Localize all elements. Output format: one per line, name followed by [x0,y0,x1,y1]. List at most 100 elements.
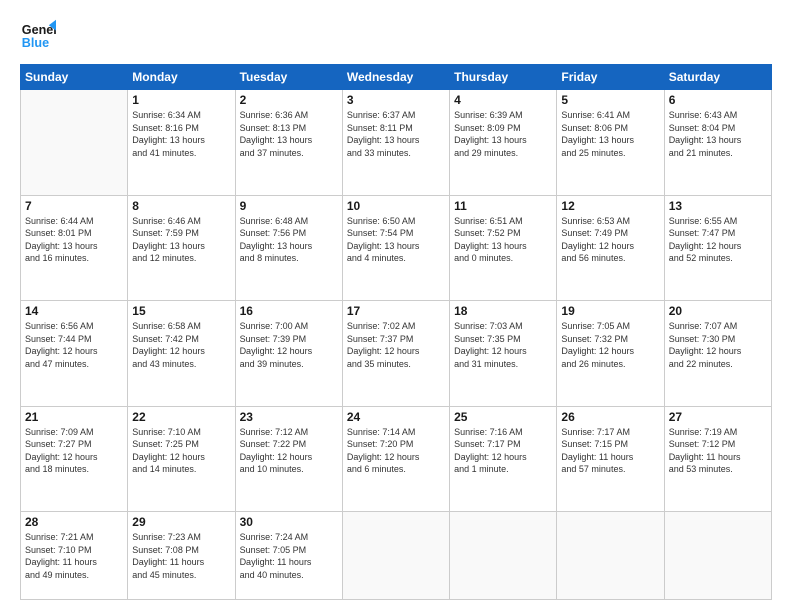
day-info: Sunrise: 7:19 AM Sunset: 7:12 PM Dayligh… [669,426,767,476]
calendar-table: SundayMondayTuesdayWednesdayThursdayFrid… [20,64,772,600]
day-number: 10 [347,199,445,213]
day-cell: 5 Sunrise: 6:41 AM Sunset: 8:06 PM Daylig… [557,90,664,196]
day-cell: 1 Sunrise: 6:34 AM Sunset: 8:16 PM Daylig… [128,90,235,196]
day-number: 17 [347,304,445,318]
day-number: 7 [25,199,123,213]
day-number: 29 [132,515,230,529]
day-info: Sunrise: 6:39 AM Sunset: 8:09 PM Dayligh… [454,109,552,159]
day-cell: 2Sunrise: 6:36 AM Sunset: 8:13 PM Daylig… [235,90,342,196]
day-cell: 17 Sunrise: 7:02 AM Sunset: 7:37 PM Dayli… [342,301,449,407]
day-info: Sunrise: 7:12 AM Sunset: 7:22 PM Dayligh… [240,426,338,476]
day-info: Sunrise: 7:07 AM Sunset: 7:30 PM Dayligh… [669,320,767,370]
column-header-wednesday: Wednesday [342,65,449,90]
day-number: 5 [561,93,659,107]
day-info: Sunrise: 7:24 AM Sunset: 7:05 PM Dayligh… [240,531,338,581]
day-number: 11 [454,199,552,213]
day-info: Sunrise: 7:23 AM Sunset: 7:08 PM Dayligh… [132,531,230,581]
column-header-sunday: Sunday [21,65,128,90]
day-number: 23 [240,410,338,424]
day-cell [342,512,449,600]
day-info: Sunrise: 6:41 AM Sunset: 8:06 PM Dayligh… [561,109,659,159]
day-info: Sunrise: 7:03 AM Sunset: 7:35 PM Dayligh… [454,320,552,370]
day-cell: 11 Sunrise: 6:51 AM Sunset: 7:52 PM Dayli… [450,195,557,301]
logo-icon: General Blue [20,18,56,54]
day-info: Sunrise: 7:09 AM Sunset: 7:27 PM Dayligh… [25,426,123,476]
day-info: Sunrise: 6:51 AM Sunset: 7:52 PM Dayligh… [454,215,552,265]
column-header-saturday: Saturday [664,65,771,90]
day-info: Sunrise: 6:53 AM Sunset: 7:49 PM Dayligh… [561,215,659,265]
day-info: Sunrise: 7:17 AM Sunset: 7:15 PM Dayligh… [561,426,659,476]
header: General Blue [20,18,772,54]
day-cell [664,512,771,600]
logo: General Blue [20,18,56,54]
day-cell: 25 Sunrise: 7:16 AM Sunset: 7:17 PM Dayli… [450,406,557,512]
day-number: 15 [132,304,230,318]
day-number: 3 [347,93,445,107]
day-info: Sunrise: 7:10 AM Sunset: 7:25 PM Dayligh… [132,426,230,476]
week-row-3: 14 Sunrise: 6:56 AM Sunset: 7:44 PM Dayli… [21,301,772,407]
day-number: 28 [25,515,123,529]
header-row: SundayMondayTuesdayWednesdayThursdayFrid… [21,65,772,90]
day-info: Sunrise: 7:02 AM Sunset: 7:37 PM Dayligh… [347,320,445,370]
day-cell [21,90,128,196]
page: General Blue SundayMondayTuesdayWednesda… [0,0,792,612]
column-header-tuesday: Tuesday [235,65,342,90]
day-info: Sunrise: 6:58 AM Sunset: 7:42 PM Dayligh… [132,320,230,370]
day-number: 18 [454,304,552,318]
day-cell: 9Sunrise: 6:48 AM Sunset: 7:56 PM Daylig… [235,195,342,301]
day-number: 27 [669,410,767,424]
day-cell: 26 Sunrise: 7:17 AM Sunset: 7:15 PM Dayli… [557,406,664,512]
day-cell: 13Sunrise: 6:55 AM Sunset: 7:47 PM Dayli… [664,195,771,301]
day-info: Sunrise: 7:00 AM Sunset: 7:39 PM Dayligh… [240,320,338,370]
day-number: 16 [240,304,338,318]
day-number: 9 [240,199,338,213]
day-cell: 23 Sunrise: 7:12 AM Sunset: 7:22 PM Dayli… [235,406,342,512]
day-number: 1 [132,93,230,107]
day-cell: 30 Sunrise: 7:24 AM Sunset: 7:05 PM Dayli… [235,512,342,600]
week-row-4: 21Sunrise: 7:09 AM Sunset: 7:27 PM Dayli… [21,406,772,512]
day-cell: 4 Sunrise: 6:39 AM Sunset: 8:09 PM Daylig… [450,90,557,196]
week-row-2: 7 Sunrise: 6:44 AM Sunset: 8:01 PM Daylig… [21,195,772,301]
day-info: Sunrise: 6:44 AM Sunset: 8:01 PM Dayligh… [25,215,123,265]
day-number: 12 [561,199,659,213]
day-number: 22 [132,410,230,424]
day-cell: 7 Sunrise: 6:44 AM Sunset: 8:01 PM Daylig… [21,195,128,301]
day-cell: 14 Sunrise: 6:56 AM Sunset: 7:44 PM Dayli… [21,301,128,407]
day-number: 19 [561,304,659,318]
day-info: Sunrise: 7:14 AM Sunset: 7:20 PM Dayligh… [347,426,445,476]
day-cell: 8 Sunrise: 6:46 AM Sunset: 7:59 PM Daylig… [128,195,235,301]
day-info: Sunrise: 6:43 AM Sunset: 8:04 PM Dayligh… [669,109,767,159]
day-cell: 6 Sunrise: 6:43 AM Sunset: 8:04 PM Daylig… [664,90,771,196]
day-cell: 18 Sunrise: 7:03 AM Sunset: 7:35 PM Dayli… [450,301,557,407]
svg-text:Blue: Blue [22,36,49,50]
week-row-5: 28Sunrise: 7:21 AM Sunset: 7:10 PM Dayli… [21,512,772,600]
day-info: Sunrise: 6:37 AM Sunset: 8:11 PM Dayligh… [347,109,445,159]
day-info: Sunrise: 6:34 AM Sunset: 8:16 PM Dayligh… [132,109,230,159]
column-header-friday: Friday [557,65,664,90]
day-number: 20 [669,304,767,318]
day-info: Sunrise: 6:46 AM Sunset: 7:59 PM Dayligh… [132,215,230,265]
day-cell: 16 Sunrise: 7:00 AM Sunset: 7:39 PM Dayli… [235,301,342,407]
day-cell: 28Sunrise: 7:21 AM Sunset: 7:10 PM Dayli… [21,512,128,600]
day-number: 6 [669,93,767,107]
day-cell [450,512,557,600]
day-cell: 29 Sunrise: 7:23 AM Sunset: 7:08 PM Dayli… [128,512,235,600]
day-cell: 24 Sunrise: 7:14 AM Sunset: 7:20 PM Dayli… [342,406,449,512]
day-info: Sunrise: 7:16 AM Sunset: 7:17 PM Dayligh… [454,426,552,476]
day-cell: 19Sunrise: 7:05 AM Sunset: 7:32 PM Dayli… [557,301,664,407]
day-cell: 10Sunrise: 6:50 AM Sunset: 7:54 PM Dayli… [342,195,449,301]
day-number: 14 [25,304,123,318]
day-cell: 21Sunrise: 7:09 AM Sunset: 7:27 PM Dayli… [21,406,128,512]
day-number: 30 [240,515,338,529]
day-info: Sunrise: 6:36 AM Sunset: 8:13 PM Dayligh… [240,109,338,159]
day-cell: 22 Sunrise: 7:10 AM Sunset: 7:25 PM Dayli… [128,406,235,512]
day-info: Sunrise: 6:56 AM Sunset: 7:44 PM Dayligh… [25,320,123,370]
day-cell [557,512,664,600]
day-cell: 27 Sunrise: 7:19 AM Sunset: 7:12 PM Dayli… [664,406,771,512]
day-number: 4 [454,93,552,107]
week-row-1: 1 Sunrise: 6:34 AM Sunset: 8:16 PM Daylig… [21,90,772,196]
day-number: 8 [132,199,230,213]
day-number: 24 [347,410,445,424]
day-number: 26 [561,410,659,424]
day-number: 25 [454,410,552,424]
